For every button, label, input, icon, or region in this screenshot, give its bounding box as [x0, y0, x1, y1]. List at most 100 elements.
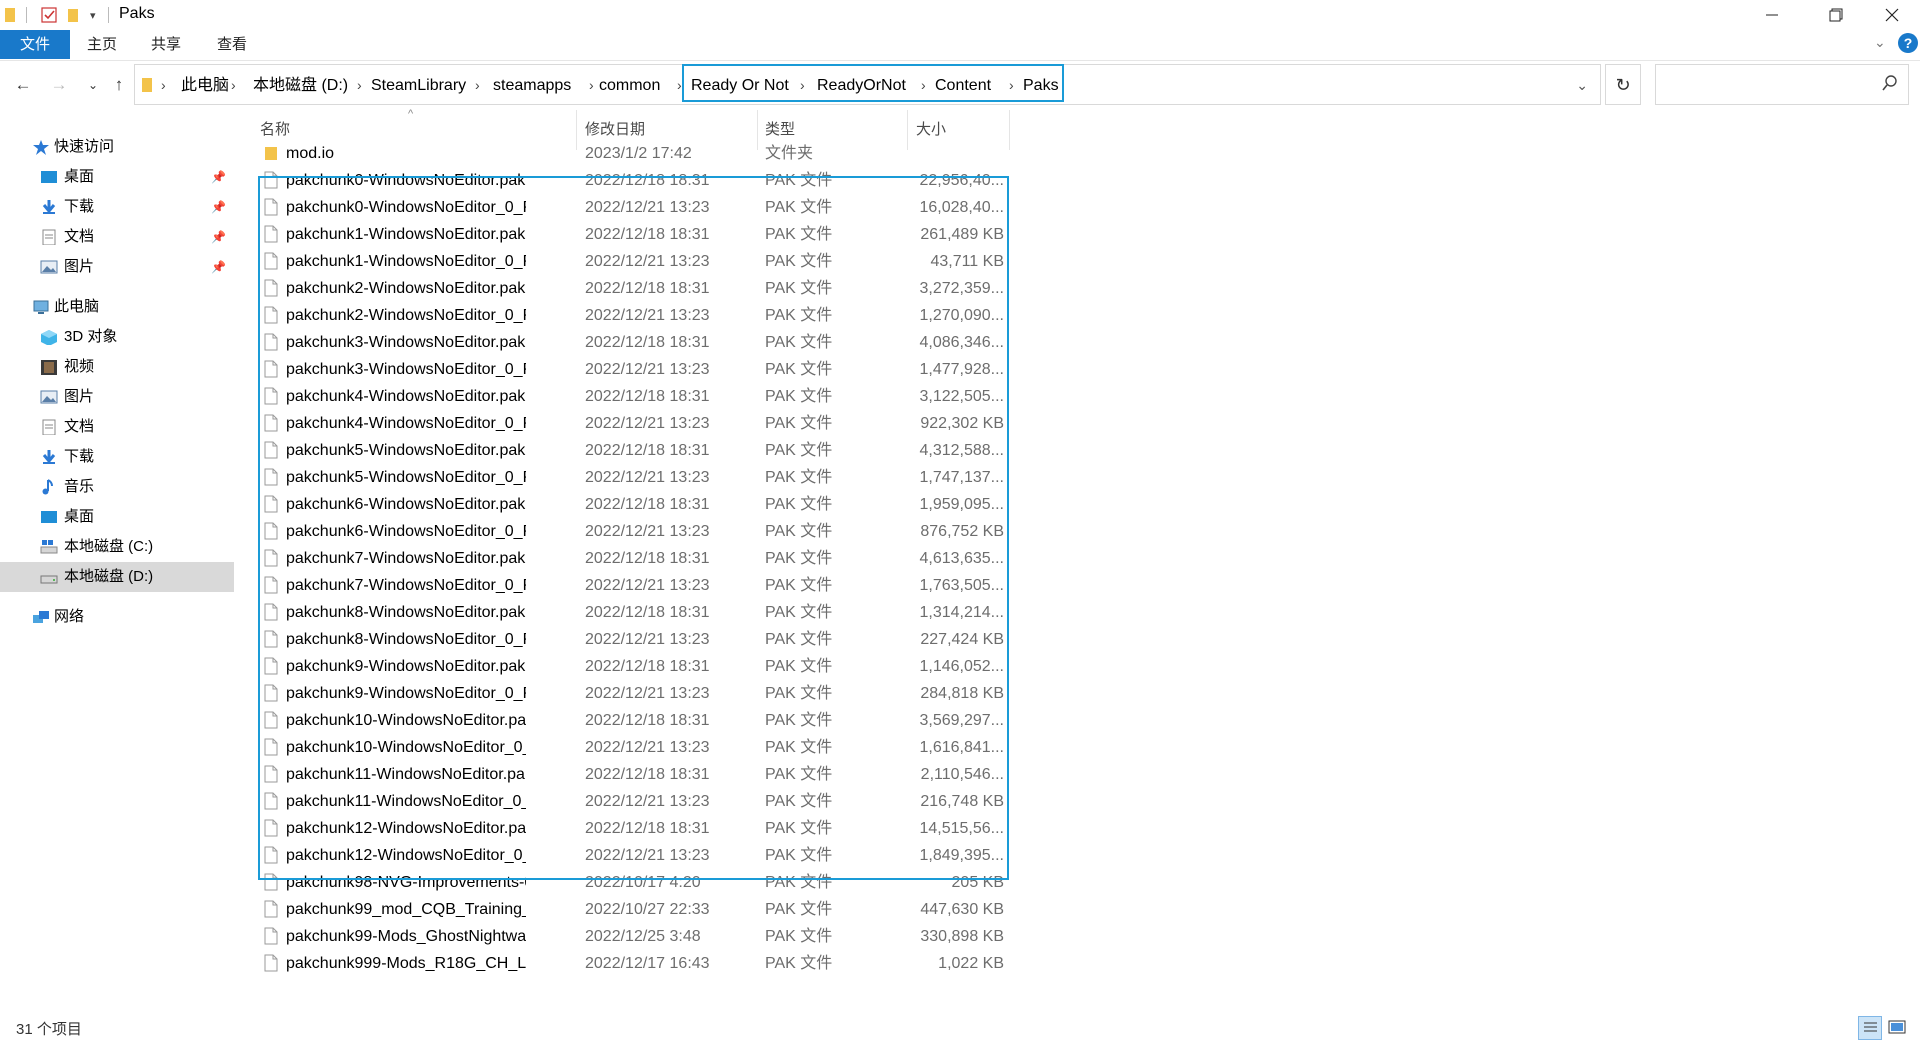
back-arrow-icon[interactable]: ←	[12, 73, 34, 97]
file-icon	[264, 927, 278, 945]
nav-quick-desktop[interactable]: 桌面 📌	[0, 162, 234, 192]
recent-locations-chevron-icon[interactable]: ⌄	[82, 73, 104, 97]
nav-drive-c[interactable]: 本地磁盘 (C:)	[0, 532, 234, 562]
close-button[interactable]	[1864, 0, 1920, 30]
nav-network[interactable]: 网络	[0, 602, 234, 632]
tab-share[interactable]: 共享	[144, 30, 188, 59]
chevron-right-icon[interactable]: ›	[231, 65, 236, 106]
file-type: PAK 文件	[765, 928, 833, 945]
nav-quick-downloads[interactable]: 下载 📌	[0, 192, 234, 222]
nav-pictures[interactable]: 图片	[0, 382, 234, 412]
file-icon	[264, 900, 278, 918]
folder-icon	[141, 76, 155, 99]
nav-downloads[interactable]: 下载	[0, 442, 234, 472]
restore-button[interactable]	[1808, 0, 1864, 30]
item-count: 31 个项目	[16, 1021, 82, 1038]
file-date: 2022/10/27 22:33	[585, 901, 710, 918]
column-header-size[interactable]: 大小	[916, 118, 946, 139]
file-size: 1,022 KB	[938, 955, 1004, 972]
music-note-icon	[42, 479, 53, 495]
restore-icon	[1829, 8, 1843, 22]
download-icon	[42, 200, 56, 214]
chevron-right-icon[interactable]: ›	[589, 65, 594, 106]
nav-this-pc[interactable]: 此电脑	[0, 292, 234, 322]
nav-music[interactable]: 音乐	[0, 472, 234, 502]
nav-drive-d[interactable]: 本地磁盘 (D:)	[0, 562, 234, 592]
windows-drive-icon	[40, 540, 58, 554]
file-size: 330,898 KB	[920, 928, 1004, 945]
nav-desktop[interactable]: 桌面	[0, 502, 234, 532]
column-header-date[interactable]: 修改日期	[585, 118, 645, 139]
sort-ascending-icon: ^	[408, 108, 414, 120]
file-row[interactable]: pakchunk99-Mods_GhostNightwar_P... 2022/1…	[240, 923, 1010, 950]
file-row[interactable]: pakchunk999-Mods_R18G_CH_Locali... 2022/1…	[240, 950, 1010, 977]
breadcrumb-steamlibrary[interactable]: SteamLibrary	[371, 65, 466, 106]
pin-icon[interactable]: 📌	[211, 192, 226, 222]
highlight-box-path	[682, 64, 1064, 102]
video-icon	[41, 360, 57, 375]
desktop-icon	[41, 511, 57, 523]
details-view-icon[interactable]	[1858, 1016, 1882, 1040]
highlight-box-files	[258, 176, 1009, 880]
file-type: PAK 文件	[765, 955, 833, 972]
nav-quick-pictures[interactable]: 图片 📌	[0, 252, 234, 282]
desktop-icon	[41, 171, 57, 183]
folder-row[interactable]: mod.io 2023/1/2 17:42 文件夹	[240, 140, 1010, 167]
refresh-icon[interactable]: ↻	[1605, 64, 1641, 105]
search-input[interactable]	[1655, 64, 1909, 105]
customize-toolbar-icon[interactable]: ▾	[90, 4, 96, 26]
column-header-name[interactable]: 名称	[260, 118, 290, 139]
document-icon	[42, 419, 56, 435]
chevron-right-icon[interactable]: ›	[357, 65, 362, 106]
pictures-icon	[40, 390, 58, 404]
file-name: mod.io	[286, 145, 335, 162]
pin-icon[interactable]: 📌	[211, 252, 226, 282]
expand-ribbon-icon[interactable]: ⌄	[1874, 34, 1886, 51]
nav-quick-documents[interactable]: 文档 📌	[0, 222, 234, 252]
column-header-type[interactable]: 类型	[765, 118, 795, 139]
breadcrumb-steamapps[interactable]: steamapps	[493, 65, 571, 106]
chevron-right-icon[interactable]: ›	[677, 65, 682, 106]
chevron-right-icon[interactable]: ›	[475, 65, 480, 106]
properties-icon[interactable]	[40, 4, 58, 26]
file-date: 2022/12/17 16:43	[585, 955, 710, 972]
file-name: pakchunk99-Mods_GhostNightwar_P...	[286, 928, 526, 945]
nav-documents[interactable]: 文档	[0, 412, 234, 442]
breadcrumb-drive-d[interactable]: 本地磁盘 (D:)	[253, 65, 348, 106]
breadcrumb-common[interactable]: common	[599, 65, 660, 106]
file-icon	[264, 954, 278, 972]
tab-home[interactable]: 主页	[80, 30, 124, 59]
address-history-chevron-icon[interactable]: ⌄	[1576, 77, 1588, 94]
new-folder-icon[interactable]	[66, 4, 82, 26]
breadcrumb-this-pc[interactable]: 此电脑	[181, 65, 229, 106]
file-type: 文件夹	[765, 145, 814, 162]
folder-icon	[4, 4, 18, 26]
up-arrow-icon[interactable]: ↑	[108, 73, 130, 97]
close-icon	[1885, 8, 1899, 22]
file-row[interactable]: pakchunk99_mod_CQB_Training_P.pak 2022/10…	[240, 896, 1010, 923]
minimize-button[interactable]	[1744, 0, 1800, 30]
large-icons-view-icon[interactable]	[1886, 1016, 1910, 1040]
tab-view[interactable]: 查看	[210, 30, 254, 59]
window-title: Paks	[119, 5, 155, 22]
search-icon	[1882, 75, 1898, 96]
forward-arrow-icon[interactable]: →	[48, 73, 70, 97]
chevron-right-icon[interactable]: ›	[161, 65, 166, 106]
folder-icon	[264, 144, 278, 162]
pin-icon[interactable]: 📌	[211, 162, 226, 192]
file-name: pakchunk999-Mods_R18G_CH_Locali...	[286, 955, 526, 972]
pin-icon[interactable]: 📌	[211, 222, 226, 252]
navigation-pane: 快速访问 桌面 📌 下载 📌 文档 📌 图片 📌 此电脑 3D 对象 视频 图片	[0, 120, 234, 1020]
minimize-icon	[1766, 14, 1778, 16]
nav-3d-objects[interactable]: 3D 对象	[0, 322, 234, 352]
document-icon	[42, 229, 56, 245]
cube-3d-icon	[41, 330, 57, 345]
separator	[26, 4, 27, 26]
help-icon[interactable]: ?	[1898, 33, 1918, 53]
nav-videos[interactable]: 视频	[0, 352, 234, 382]
star-icon	[33, 140, 49, 155]
drive-icon	[40, 575, 58, 584]
download-icon	[42, 450, 56, 464]
nav-quick-access[interactable]: 快速访问	[0, 132, 234, 162]
tab-file[interactable]: 文件	[0, 30, 70, 59]
